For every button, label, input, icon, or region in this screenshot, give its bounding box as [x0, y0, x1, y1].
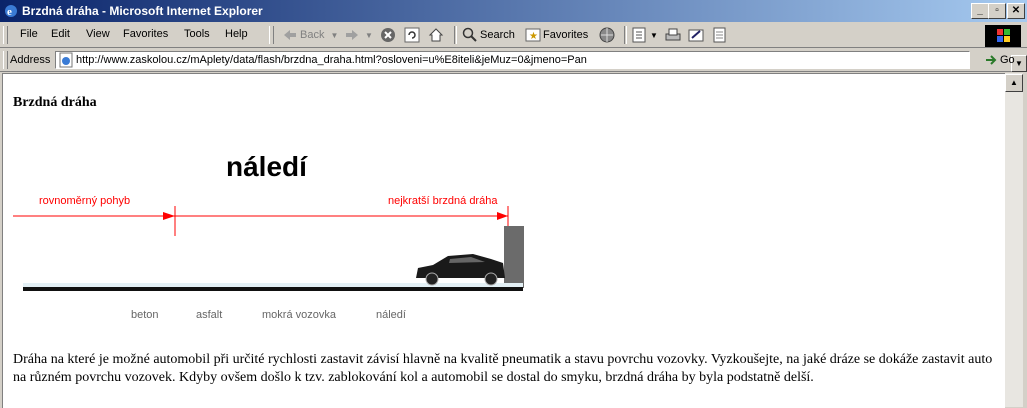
- refresh-icon: [404, 27, 420, 43]
- window-title: Brzdná dráha - Microsoft Internet Explor…: [22, 4, 263, 18]
- road-line: [23, 287, 523, 291]
- surface-title: náledí: [226, 151, 308, 182]
- edit-button[interactable]: [688, 26, 706, 44]
- search-label: Search: [480, 29, 515, 41]
- braking-simulation[interactable]: náledí rovnoměrný pohyb nejkratší brzdná…: [13, 138, 533, 328]
- go-arrow-icon: [986, 55, 997, 65]
- maximize-button[interactable]: ▫: [988, 3, 1006, 19]
- history-dropdown-icon: ▼: [650, 30, 658, 40]
- menu-grip: [3, 26, 8, 44]
- favorites-star-icon: ★: [525, 28, 541, 42]
- go-label: Go: [1000, 54, 1015, 66]
- car-icon: [416, 254, 505, 286]
- stop-button[interactable]: [380, 26, 396, 44]
- menu-edit[interactable]: Edit: [51, 28, 70, 40]
- back-arrow-icon: [284, 30, 296, 40]
- favorites-label: Favorites: [543, 29, 589, 41]
- vertical-scrollbar[interactable]: ▲: [1005, 73, 1023, 407]
- refresh-button[interactable]: [404, 26, 420, 44]
- address-input[interactable]: http://www.zaskolou.cz/mAplety/data/flas…: [55, 51, 1027, 72]
- windows-throbber-icon: [985, 25, 1021, 47]
- address-url: http://www.zaskolou.cz/mAplety/data/flas…: [76, 54, 587, 66]
- page-viewport: Brzdná dráha náledí rovnoměrný pohyb nej…: [2, 73, 1005, 408]
- ie-logo-icon: e: [5, 5, 17, 18]
- surface-option-wet-road[interactable]: mokrá vozovka: [262, 309, 337, 321]
- scroll-up-button[interactable]: ▲: [1005, 74, 1023, 92]
- page-title: Brzdná dráha: [13, 95, 97, 110]
- search-button[interactable]: Search: [462, 26, 515, 44]
- page-description: Dráha na které je možné automobil při ur…: [13, 352, 993, 385]
- toolbar-grip: [269, 26, 274, 44]
- menu-toolbar-row: File Edit View Favorites Tools Help Back…: [0, 23, 1027, 48]
- toolbar-separator: [454, 26, 457, 44]
- history-button[interactable]: ▼: [632, 26, 658, 44]
- history-icon: [632, 27, 646, 43]
- braking-distance-arrow: [497, 212, 508, 220]
- surface-option-asfalt[interactable]: asfalt: [196, 309, 222, 321]
- search-icon: [462, 27, 477, 42]
- svg-text:e: e: [7, 6, 12, 18]
- menu-favorites[interactable]: Favorites: [123, 28, 168, 40]
- discuss-button[interactable]: [712, 26, 728, 44]
- media-globe-icon: [599, 27, 615, 43]
- print-button[interactable]: [664, 26, 682, 44]
- media-button[interactable]: [598, 26, 616, 44]
- wall-obstacle: [504, 226, 524, 288]
- toolbar-separator: [624, 26, 627, 44]
- minimize-button[interactable]: _: [971, 3, 989, 19]
- address-grip: [3, 51, 8, 69]
- title-bar: e Brzdná dráha - Microsoft Internet Expl…: [0, 0, 1027, 22]
- forward-button[interactable]: ▼: [345, 26, 373, 44]
- document-icon: [713, 27, 726, 43]
- back-label: Back: [300, 29, 325, 41]
- menu-tools[interactable]: Tools: [184, 28, 210, 40]
- edit-page-icon: [688, 29, 704, 42]
- stop-icon: [381, 28, 395, 42]
- uniform-motion-arrow: [163, 212, 175, 220]
- home-icon: [428, 28, 444, 42]
- forward-arrow-icon: [346, 30, 358, 40]
- close-button[interactable]: ✕: [1007, 3, 1025, 19]
- back-button[interactable]: Back ▼: [283, 26, 338, 44]
- menu-help[interactable]: Help: [225, 28, 248, 40]
- address-label: Address: [10, 54, 51, 66]
- menu-view[interactable]: View: [86, 28, 110, 40]
- home-button[interactable]: [428, 26, 444, 44]
- favorites-button[interactable]: ★ Favorites: [525, 26, 588, 44]
- page-icon: [59, 52, 73, 68]
- back-dropdown-icon: ▼: [330, 30, 339, 40]
- printer-icon: [665, 28, 681, 41]
- shortest-braking-label: nejkratší brzdná dráha: [388, 195, 498, 207]
- ice-surface: [23, 283, 523, 287]
- surface-option-beton[interactable]: beton: [131, 309, 159, 321]
- svg-text:★: ★: [529, 31, 538, 42]
- address-bar: Address http://www.zaskolou.cz/mAplety/d…: [0, 49, 1027, 72]
- forward-dropdown-icon: ▼: [365, 30, 373, 40]
- go-button[interactable]: Go: [984, 53, 1015, 67]
- uniform-motion-label: rovnoměrný pohyb: [39, 195, 130, 207]
- menu-file[interactable]: File: [20, 28, 38, 40]
- surface-option-ice[interactable]: náledí: [376, 309, 406, 321]
